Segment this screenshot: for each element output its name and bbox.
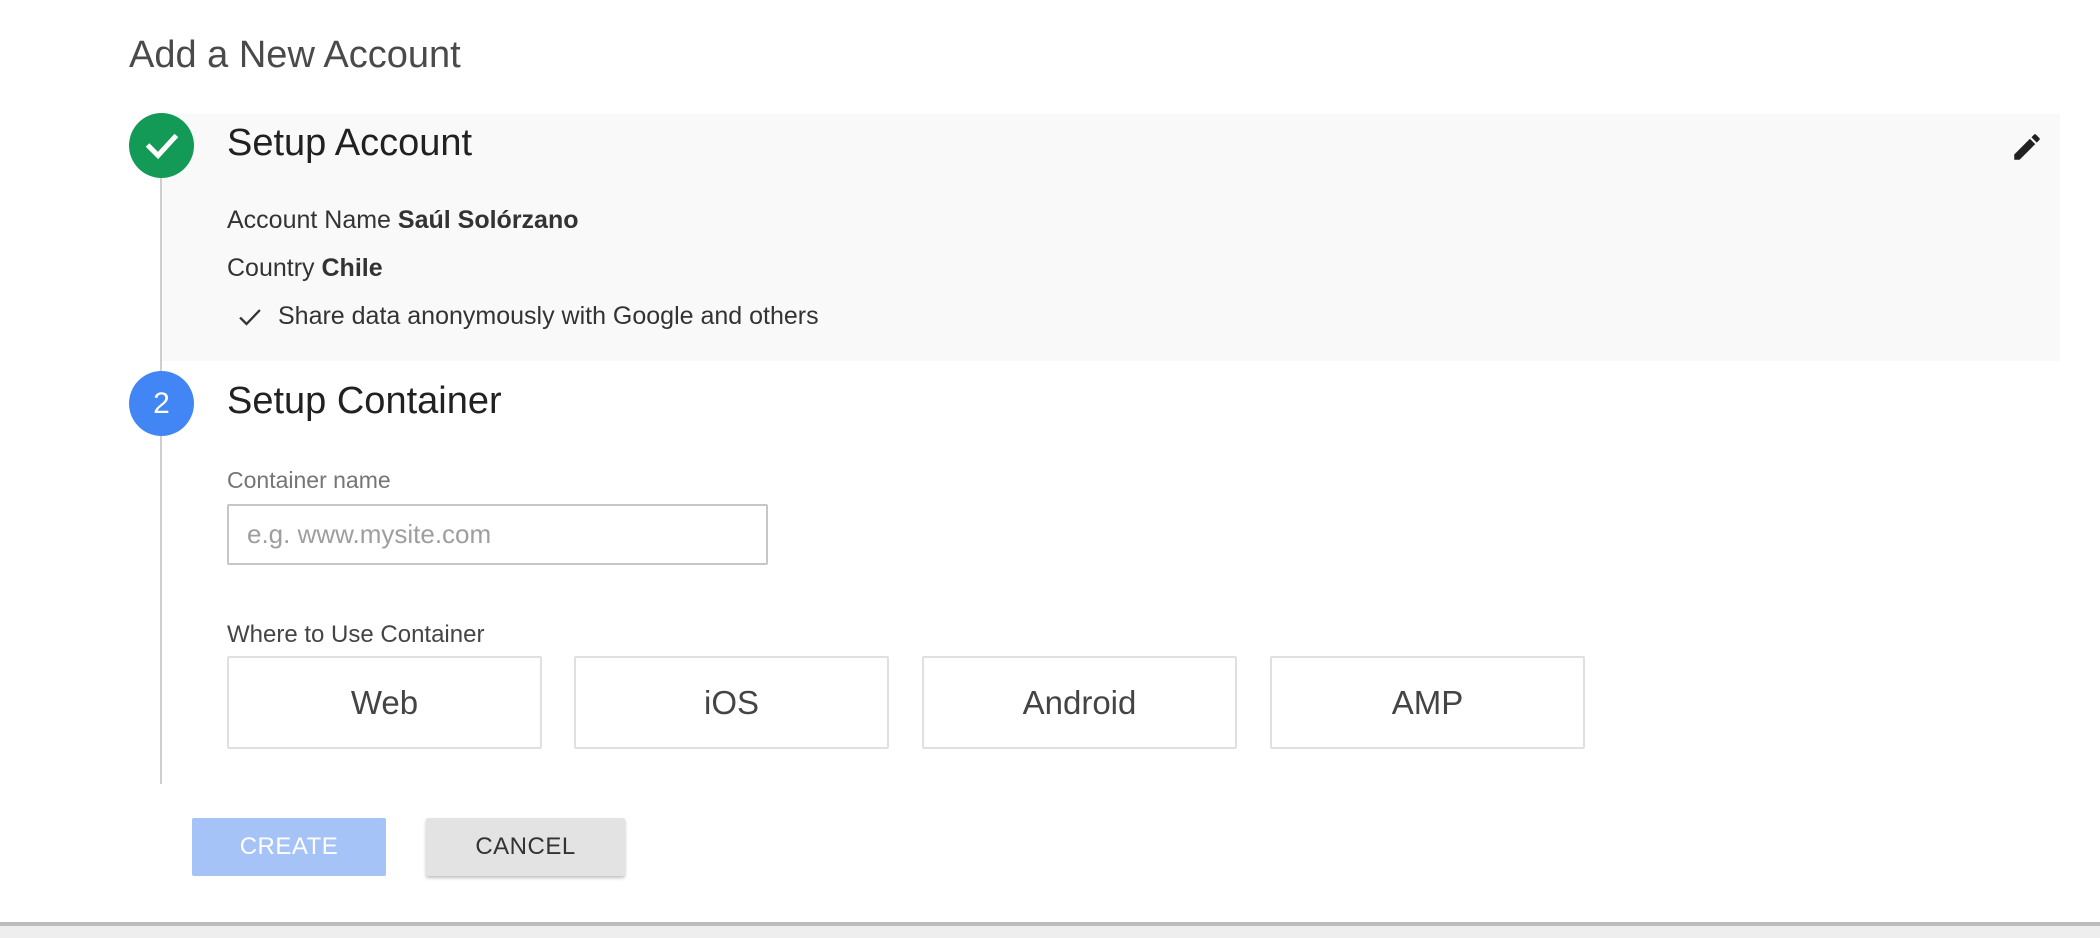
country-summary: Country Chile [227, 254, 383, 283]
country-label: Country [227, 254, 315, 282]
pencil-icon[interactable] [2010, 130, 2044, 164]
share-data-text: Share data anonymously with Google and o… [278, 302, 819, 330]
platform-web-button[interactable]: Web [227, 656, 542, 749]
create-button[interactable]: CREATE [192, 818, 386, 876]
container-name-input[interactable] [227, 504, 768, 565]
step-connector-line [160, 176, 162, 372]
setup-container-title: Setup Container [227, 380, 502, 422]
platform-ios-button[interactable]: iOS [574, 656, 889, 749]
account-name-label: Account Name [227, 206, 391, 234]
country-value: Chile [321, 254, 383, 282]
page-bottom-fill [0, 926, 2100, 938]
platform-android-button[interactable]: Android [922, 656, 1237, 749]
page-title: Add a New Account [129, 34, 461, 76]
add-account-page: Add a New Account Setup Account Account … [0, 0, 2100, 938]
share-data-summary: Share data anonymously with Google and o… [236, 302, 819, 331]
account-name-value: Saúl Solórzano [397, 206, 579, 234]
container-name-label: Container name [227, 467, 391, 493]
step-number-badge: 2 [129, 371, 194, 436]
account-name-summary: Account Name Saúl Solórzano [227, 206, 579, 235]
step-complete-badge [129, 113, 194, 178]
checkmark-icon [239, 308, 261, 326]
where-to-use-label: Where to Use Container [227, 621, 485, 648]
cancel-button[interactable]: CANCEL [426, 818, 625, 876]
platform-amp-button[interactable]: AMP [1270, 656, 1585, 749]
step-connector-line [160, 436, 162, 784]
check-icon [145, 133, 178, 159]
setup-account-title: Setup Account [227, 122, 473, 164]
